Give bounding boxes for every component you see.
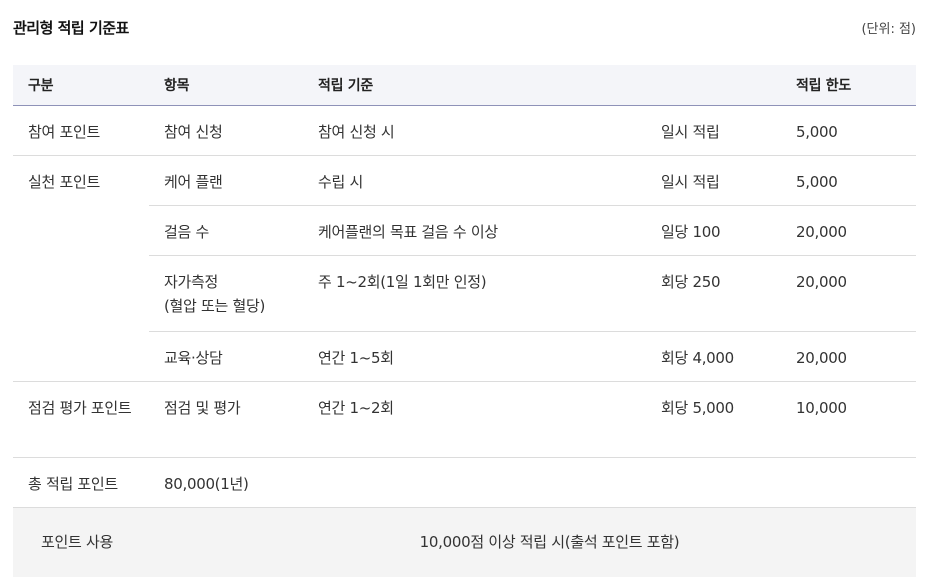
header-category: 구분: [13, 65, 149, 106]
page-title: 관리형 적립 기준표: [13, 19, 129, 37]
cell-item: 자가측정 (혈압 또는 혈당): [149, 255, 303, 332]
total-value: 80,000(1년): [164, 474, 249, 493]
cell-rate: 회당 4,000: [646, 331, 781, 382]
cell-item: 점검 및 평가: [149, 381, 303, 458]
cell-category: [13, 331, 149, 382]
cell-item-line2: (혈압 또는 혈당): [164, 296, 266, 315]
cell-item: 걸음 수: [149, 205, 303, 256]
cell-criteria: 수립 시: [303, 155, 646, 206]
unit-label: (단위: 점): [861, 22, 916, 37]
total-label: 총 적립 포인트: [28, 474, 118, 493]
cell-rate: 회당 250: [646, 255, 781, 332]
cell-item: 케어 플랜: [149, 155, 303, 206]
header-item: 항목: [149, 65, 303, 106]
cell-criteria: 주 1~2회(1일 1회만 인정): [303, 255, 646, 332]
cell-rate: 일시 적립: [646, 105, 781, 156]
cell-criteria: 연간 1~2회: [303, 381, 646, 458]
cell-category: [13, 255, 149, 331]
table-row: 참여 포인트 참여 신청 참여 신청 시 일시 적립 5,000: [13, 105, 916, 156]
cell-criteria: 케어플랜의 목표 걸음 수 이상: [303, 205, 646, 256]
table-row: 교육·상담 연간 1~5회 회당 4,000 20,000: [13, 331, 916, 382]
table-row: 점검 평가 포인트 점검 및 평가 연간 1~2회 회당 5,000 10,00…: [13, 381, 916, 458]
cell-limit: 10,000: [781, 381, 916, 458]
table-row: 실천 포인트 케어 플랜 수립 시 일시 적립 5,000: [13, 155, 916, 206]
header-limit: 적립 한도: [781, 65, 916, 106]
usage-label: 포인트 사용: [13, 506, 303, 577]
header-rate: [646, 65, 781, 106]
cell-limit: 20,000: [781, 255, 916, 332]
cell-criteria: 연간 1~5회: [303, 331, 646, 382]
cell-rate: 회당 5,000: [646, 381, 781, 458]
cell-category: 참여 포인트: [13, 105, 149, 156]
header-criteria: 적립 기준: [303, 65, 646, 106]
cell-limit: 5,000: [781, 155, 916, 206]
cell-limit: 20,000: [781, 331, 916, 382]
table-row: 자가측정 (혈압 또는 혈당) 주 1~2회(1일 1회만 인정) 회당 250…: [13, 255, 916, 332]
cell-item: 교육·상담: [149, 331, 303, 382]
cell-criteria: 참여 신청 시: [303, 105, 646, 156]
cell-category: 점검 평가 포인트: [13, 381, 149, 458]
cell-rate: 일시 적립: [646, 155, 781, 206]
usage-row: 포인트 사용 10,000점 이상 적립 시(출석 포인트 포함): [13, 506, 916, 577]
cell-rate: 일당 100: [646, 205, 781, 256]
cell-item: 참여 신청: [149, 105, 303, 156]
table-header-row: 구분 항목 적립 기준 적립 한도: [13, 65, 916, 106]
cell-category: [13, 205, 149, 255]
cell-limit: 20,000: [781, 205, 916, 256]
usage-value: 10,000점 이상 적립 시(출석 포인트 포함): [303, 506, 916, 577]
points-table: 구분 항목 적립 기준 적립 한도 참여 포인트 참여 신청 참여 신청 시 일…: [13, 65, 916, 577]
cell-item-line1: 자가측정: [164, 272, 219, 291]
table-row: 걸음 수 케어플랜의 목표 걸음 수 이상 일당 100 20,000: [13, 205, 916, 256]
cell-limit: 5,000: [781, 105, 916, 156]
cell-category: 실천 포인트: [28, 172, 100, 191]
total-row: 총 적립 포인트 80,000(1년): [13, 457, 916, 507]
